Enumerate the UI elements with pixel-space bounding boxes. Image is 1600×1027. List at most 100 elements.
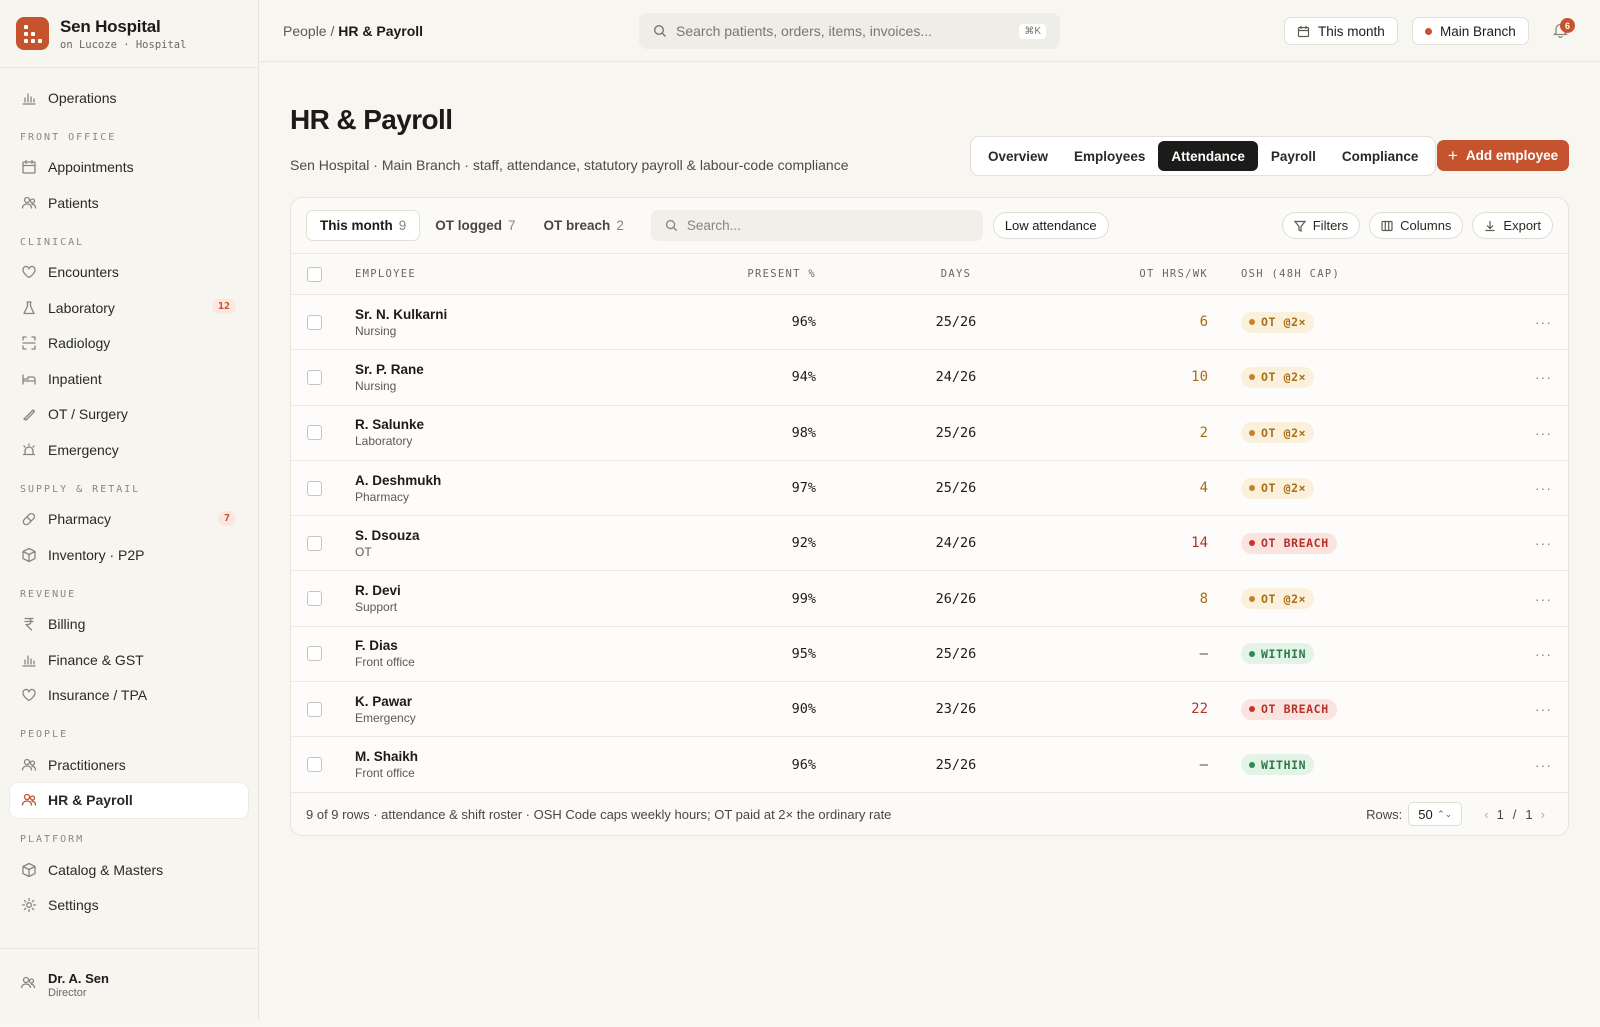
sidebar-item-insurance-tpa[interactable]: Insurance / TPA: [10, 678, 248, 714]
tab-attendance[interactable]: Attendance: [1158, 141, 1258, 171]
table-row[interactable]: Sr. P. Rane Nursing 94% 24/26 10 OT @2× ···: [291, 350, 1568, 406]
add-employee-button[interactable]: + Add employee: [1437, 140, 1569, 171]
table-row[interactable]: A. Deshmukh Pharmacy 97% 25/26 4 OT @2× ···: [291, 460, 1568, 517]
row-checkbox[interactable]: [307, 591, 322, 607]
employee-name[interactable]: Sr. N. Kulkarni: [355, 307, 447, 322]
rows-per-page-select[interactable]: 50 ⌃⌄: [1408, 802, 1463, 826]
branch-selector[interactable]: Main Branch: [1412, 17, 1529, 45]
row-checkbox[interactable]: [307, 314, 322, 330]
employee-name[interactable]: A. Deshmukh: [355, 473, 441, 488]
employee-cell: M. Shaikh Front office: [355, 749, 418, 780]
sidebar-item-inpatient[interactable]: Inpatient: [10, 361, 248, 397]
sidebar-item-label: OT / Surgery: [48, 406, 128, 423]
more-actions-icon[interactable]: ···: [1535, 369, 1552, 385]
table-row[interactable]: F. Dias Front office 95% 25/26 — WITHIN ···: [291, 626, 1568, 683]
employee-name[interactable]: Sr. P. Rane: [355, 362, 424, 377]
sidebar-item-practitioners[interactable]: Practitioners: [10, 747, 248, 783]
sidebar-item-finance-gst[interactable]: Finance & GST: [10, 642, 248, 678]
export-button[interactable]: Export: [1472, 212, 1553, 239]
employee-name[interactable]: F. Dias: [355, 638, 415, 653]
more-actions-icon[interactable]: ···: [1535, 646, 1552, 662]
segment-ot-breach[interactable]: OT breach 2: [531, 210, 637, 241]
period-selector[interactable]: This month: [1284, 17, 1398, 45]
more-actions-icon[interactable]: ···: [1535, 535, 1552, 551]
search-icon: [665, 219, 678, 232]
row-checkbox[interactable]: [307, 425, 322, 441]
header-present[interactable]: PRESENT %: [747, 268, 816, 280]
sidebar-item-hr-payroll[interactable]: HR & Payroll: [10, 782, 248, 818]
breadcrumb-parent[interactable]: People /: [283, 23, 334, 39]
tab-compliance[interactable]: Compliance: [1329, 141, 1432, 171]
sidebar-item-billing[interactable]: Billing: [10, 607, 248, 643]
header-employee[interactable]: EMPLOYEE: [355, 268, 416, 280]
employee-name[interactable]: K. Pawar: [355, 694, 416, 709]
sidebar-item-radiology[interactable]: Radiology: [10, 326, 248, 362]
sidebar-item-inventory-p2p[interactable]: Inventory · P2P: [10, 537, 248, 573]
present-percent: 95%: [791, 645, 816, 662]
row-checkbox[interactable]: [307, 701, 322, 717]
select-all-checkbox[interactable]: [307, 266, 322, 282]
present-percent: 96%: [791, 756, 816, 773]
tab-employees[interactable]: Employees: [1061, 141, 1158, 171]
employee-department: Support: [355, 600, 398, 615]
sidebar-item-pharmacy[interactable]: Pharmacy 7: [10, 502, 248, 538]
table-row[interactable]: M. Shaikh Front office 96% 25/26 — WITHIN ···: [291, 737, 1568, 793]
row-checkbox[interactable]: [307, 369, 322, 385]
pagination: ‹ 1 / 1 ›: [1476, 807, 1553, 822]
sidebar-item-settings[interactable]: Settings: [10, 888, 248, 924]
sidebar-item-laboratory[interactable]: Laboratory 12: [10, 290, 248, 326]
filters-button[interactable]: Filters: [1281, 212, 1361, 239]
header-ot-hours[interactable]: OT HRS/WK: [1139, 268, 1208, 280]
brand[interactable]: Sen Hospital on Lucoze · Hospital: [0, 0, 258, 68]
tab-payroll[interactable]: Payroll: [1258, 141, 1329, 171]
row-checkbox[interactable]: [307, 757, 322, 773]
table-row[interactable]: K. Pawar Emergency 90% 23/26 22 OT BREACH ···: [291, 682, 1568, 738]
table-row[interactable]: Sr. N. Kulkarni Nursing 96% 25/26 6 OT @2× ···: [291, 295, 1568, 351]
sidebar-item-catalog-masters[interactable]: Catalog & Masters: [10, 852, 248, 888]
global-search-input[interactable]: Search patients, orders, items, invoices…: [639, 13, 1060, 49]
branch-dot-icon: [1425, 27, 1432, 35]
users-icon: [20, 791, 38, 809]
row-checkbox[interactable]: [307, 646, 322, 662]
more-actions-icon[interactable]: ···: [1535, 480, 1552, 496]
sidebar-item-encounters[interactable]: Encounters: [10, 255, 248, 291]
sidebar-item-ot-surgery[interactable]: OT / Surgery: [10, 397, 248, 433]
more-actions-icon[interactable]: ···: [1535, 591, 1552, 607]
branch-label: Main Branch: [1440, 23, 1516, 39]
more-actions-icon[interactable]: ···: [1535, 425, 1552, 441]
more-actions-icon[interactable]: ···: [1535, 757, 1552, 773]
next-page-icon[interactable]: ›: [1541, 807, 1545, 822]
header-days[interactable]: DAYS: [911, 268, 1001, 280]
prev-page-icon[interactable]: ‹: [1484, 807, 1488, 822]
status-label: OT BREACH: [1261, 536, 1329, 551]
segment-ot-logged[interactable]: OT logged 7: [422, 210, 528, 241]
sidebar-item-operations[interactable]: Operations: [10, 80, 248, 116]
row-checkbox[interactable]: [307, 480, 322, 496]
table-search-input[interactable]: Search...: [650, 210, 983, 241]
notifications-button[interactable]: 6: [1552, 18, 1575, 41]
columns-button[interactable]: Columns: [1369, 212, 1464, 239]
segment-this-month[interactable]: This month 9: [306, 210, 421, 241]
table-row[interactable]: R. Salunke Laboratory 98% 25/26 2 OT @2× ···: [291, 405, 1568, 461]
more-actions-icon[interactable]: ···: [1535, 314, 1552, 330]
more-actions-icon[interactable]: ···: [1535, 701, 1552, 717]
employee-name[interactable]: R. Devi: [355, 583, 401, 598]
employee-name[interactable]: S. Dsouza: [355, 528, 420, 543]
status-badge: WITHIN: [1241, 754, 1315, 776]
header-osh[interactable]: OSH (48H CAP): [1241, 268, 1340, 280]
tab-overview[interactable]: Overview: [975, 141, 1061, 171]
sidebar-item-patients[interactable]: Patients: [10, 185, 248, 221]
employee-name[interactable]: R. Salunke: [355, 417, 424, 432]
table-row[interactable]: R. Devi Support 99% 26/26 8 OT @2× ···: [291, 571, 1568, 627]
sidebar-item-emergency[interactable]: Emergency: [10, 432, 248, 468]
row-checkbox[interactable]: [307, 535, 322, 551]
user-icon: [20, 975, 38, 994]
user-profile[interactable]: Dr. A. Sen Director: [0, 948, 259, 1020]
sidebar-item-label: Appointments: [48, 159, 134, 176]
employee-name[interactable]: M. Shaikh: [355, 749, 418, 764]
sidebar-item-appointments[interactable]: Appointments: [10, 150, 248, 186]
ot-hours: 8: [1199, 590, 1208, 607]
osh-status-cell: OT @2×: [1241, 311, 1315, 333]
low-attendance-chip[interactable]: Low attendance: [992, 212, 1109, 239]
table-row[interactable]: S. Dsouza OT 92% 24/26 14 OT BREACH ···: [291, 516, 1568, 572]
